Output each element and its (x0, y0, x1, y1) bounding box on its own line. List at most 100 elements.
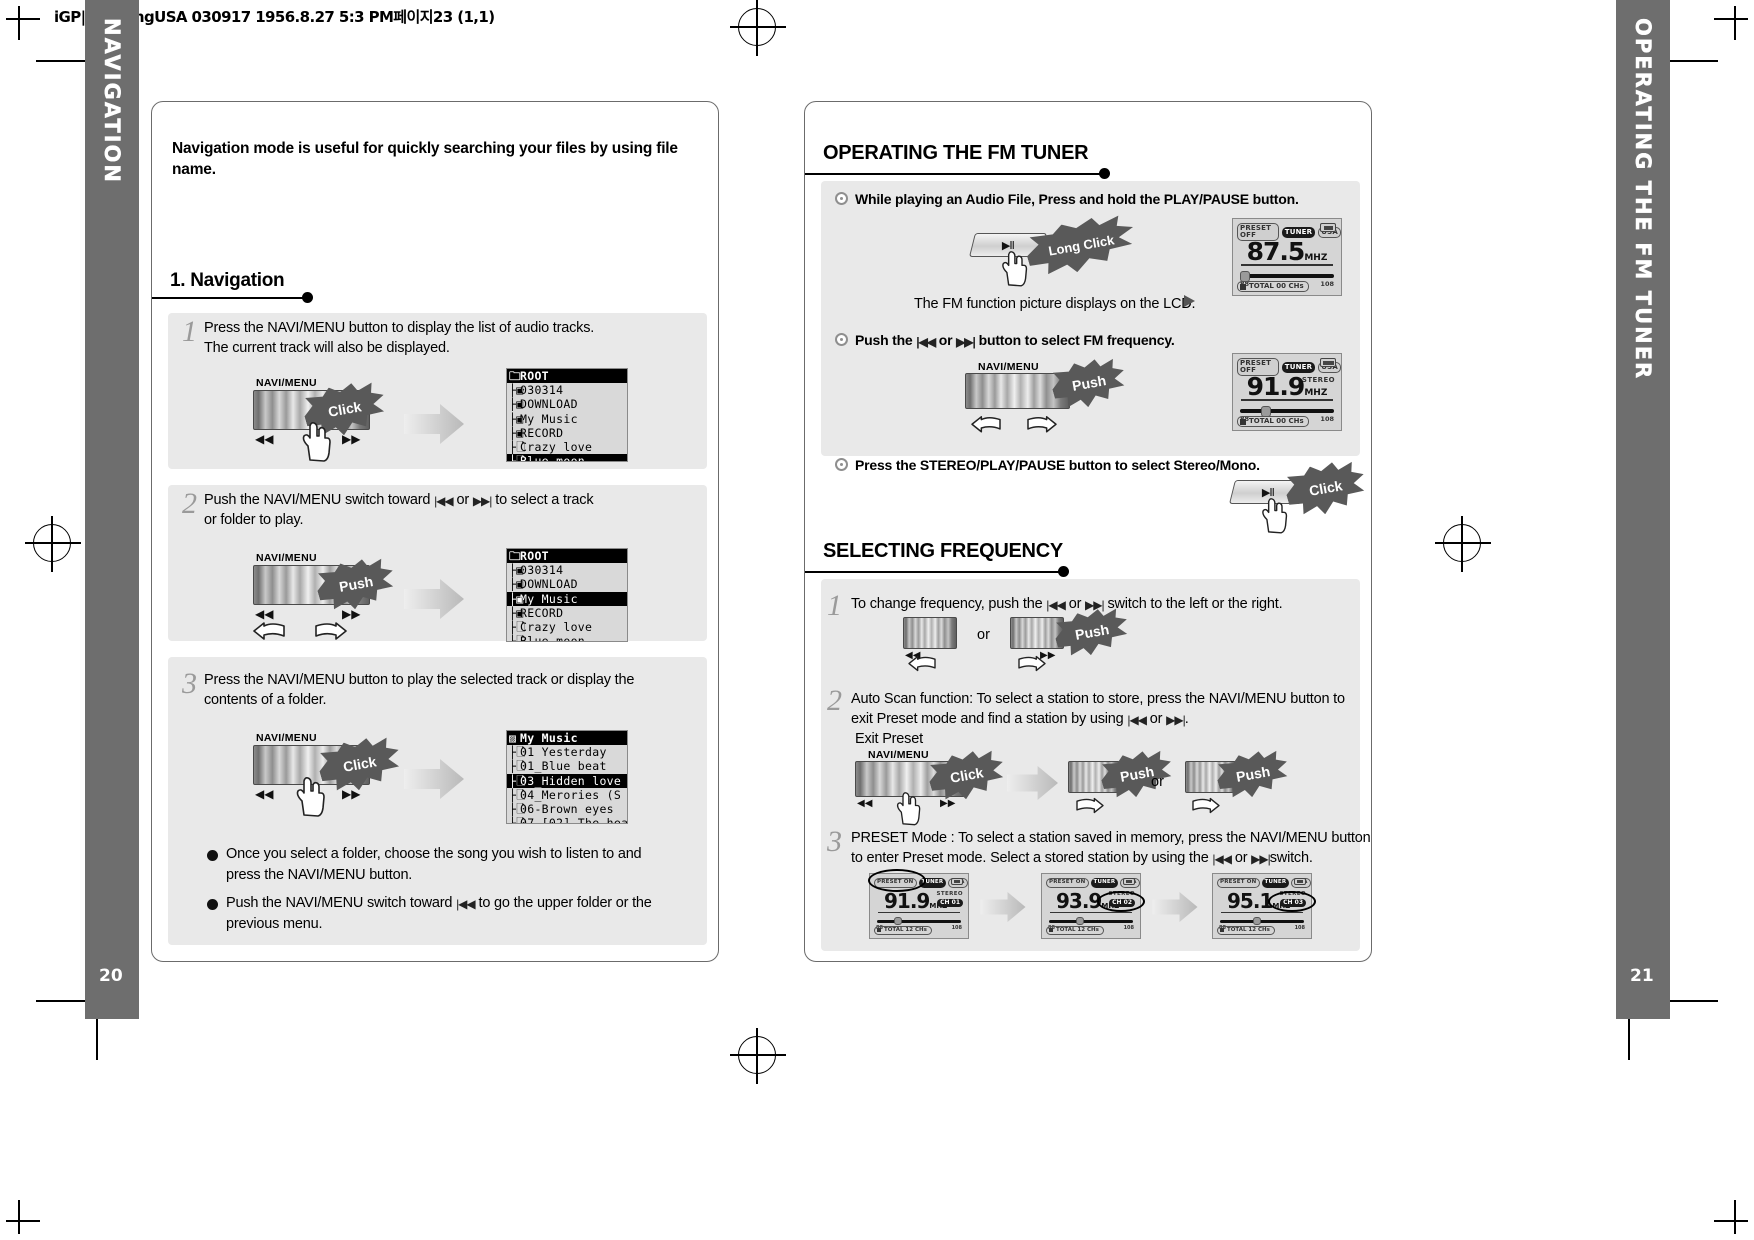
sf-step-2-burst-3-label: Push (1234, 763, 1272, 785)
sf-step-1-number: 1 (827, 589, 842, 622)
file-icon: ├🗋 (509, 816, 526, 824)
lcd-1-row-3: ├▣RECORD (507, 426, 627, 440)
sf-step-1-hand-left (908, 655, 936, 672)
sf-step-2-line2: exit Preset mode and find a station by u… (851, 709, 1351, 730)
step-3-next-icon: ▶▶ (342, 787, 361, 801)
fm-bullet-3-icon (835, 458, 848, 471)
crop-mark-tr-h (1714, 18, 1748, 20)
preset-lcd-1-slider-track[interactable] (877, 920, 961, 923)
fm-bullet-2-text: Push the |◀◀ or ▶▶| button to select FM … (855, 332, 1335, 349)
right-page-panel: OPERATING THE FM TUNER While playing an … (804, 101, 1372, 962)
lcd-3-row-4-label: 06-Brown eyes (520, 801, 614, 816)
sf-step-2-hand (896, 792, 921, 826)
preset-lcd-3-footer: TOTAL 12 CHs (1217, 925, 1275, 935)
lcd-1-row-2: ├▣My Music (507, 412, 627, 426)
registration-mark-bottom (730, 1028, 786, 1084)
fm-lcd-2-slider-track[interactable] (1240, 409, 1334, 413)
fm-lcd-screen-2: PRESET OFF TUNER USA STEREO 91.9MHZ 88 1… (1232, 353, 1342, 431)
lcd-3-row-2: ├🗋03_Hidden love (507, 773, 627, 788)
sf-step-1-burst-label: Push (1073, 621, 1111, 643)
crop-mark-br-h (1714, 1220, 1748, 1222)
lcd-2-row-3: ├▣RECORD (507, 606, 627, 620)
fm-lcd-2-freq-value: 91.9 (1246, 372, 1306, 401)
sf-step-1-jog-left[interactable] (903, 617, 957, 649)
folder-icon: ├▣ (509, 397, 524, 412)
file-icon: ├🗋 (509, 634, 526, 642)
lcd-1-row-3-label: RECORD (520, 425, 564, 440)
preset-lcd-2-footer: TOTAL 12 CHs (1046, 925, 1104, 935)
sf-step-1-text: To change frequency, push the |◀◀ or ▶▶|… (851, 594, 1351, 615)
sf-step-2-number: 2 (827, 684, 842, 717)
preset-lcd-3-slider-knob[interactable] (1253, 917, 1261, 925)
folder-icon: ├▣ (509, 383, 524, 398)
lcd-2-row-1: ├▣DOWNLOAD (507, 577, 627, 591)
fm-lcd-2-freq-unit: MHZ (1304, 388, 1328, 398)
fm-bullet-1-text: While playing an Audio File, Press and h… (855, 191, 1299, 207)
step-1-next-icon: ▶▶ (342, 432, 361, 446)
fm-bullet-2-hand-left (971, 416, 1001, 433)
section-title-dot (302, 292, 313, 303)
preset-lcd-1-highlight-ellipse (868, 869, 926, 892)
fm-title-dot (1099, 168, 1110, 179)
selecting-frequency-title: SELECTING FREQUENCY (823, 540, 1063, 562)
fm-bullet-2-text-b: button to select FM frequency. (978, 332, 1175, 348)
sf-step-2-line2-b: . (1184, 711, 1189, 727)
fm-bullet-2-icon (835, 333, 848, 346)
battery-icon (1123, 878, 1135, 885)
lcd-3-row-4: ├🗋06-Brown eyes (507, 802, 627, 816)
lcd-3-row-3: ├🗋04_Merories (S (507, 788, 627, 802)
step-3-hand-cursor (296, 777, 325, 817)
preset-lcd-1-footer-label: TOTAL 12 CHs (884, 926, 927, 933)
note-2-bullet-icon (207, 899, 218, 910)
sf-step-2-line1: Auto Scan function: To select a station … (851, 691, 1345, 707)
fm-bullet-1-hand (1002, 251, 1028, 287)
lcd-3-row-1: ├🗋01_Blue beat (507, 759, 627, 773)
preset-lcd-2-slider-knob[interactable] (1076, 917, 1084, 925)
folder-icon: ├▣ (509, 411, 524, 426)
root-folder-icon: 🗀 (509, 549, 521, 563)
file-icon: ├🗋 (509, 745, 526, 760)
step-1-prev-icon: ◀◀ (255, 432, 274, 446)
preset-lcd-1-slider-knob[interactable] (894, 917, 902, 925)
step-3-number: 3 (182, 667, 197, 700)
step-2-text-line1: Push the NAVI/MENU switch toward |◀◀ or … (204, 490, 694, 511)
file-icon: ├🗋 (509, 759, 526, 774)
file-icon: ├🗋 (509, 439, 526, 454)
next-track-icon: ▶▶| (1166, 713, 1186, 727)
battery-icon (1320, 358, 1336, 367)
left-tab-label: NAVIGATION (100, 18, 124, 184)
step-1-number: 1 (182, 315, 197, 348)
preset-lcd-2-slider-track[interactable] (1049, 920, 1133, 923)
sf-step-2-hand-right (1192, 797, 1220, 814)
lcd-2-row-3-label: RECORD (520, 605, 564, 620)
lcd-1-row-1-label: DOWNLOAD (520, 397, 578, 412)
fm-lcd-1-freq-unit: MHZ (1304, 253, 1328, 263)
lcd-3-row-5-label: 07 [02] The heat (520, 816, 628, 824)
preset-flow-arrow-1 (980, 892, 1026, 922)
navigation-section-title: 1. Navigation (170, 270, 285, 291)
step-2-switch-label: NAVI/MENU (256, 552, 317, 564)
sf-step-1-jog-right[interactable] (1010, 617, 1064, 649)
lcd-1-row-5: ├🗋Blue moon (507, 454, 627, 461)
sf-step-2-line3: Exit Preset (855, 731, 923, 747)
preset-lcd-3-slider-track[interactable] (1220, 920, 1304, 923)
left-page-number: 20 (99, 966, 123, 986)
preset-chip: PRESET ON (1217, 878, 1260, 888)
note-2-line2: previous menu. (226, 916, 323, 932)
preset-lcd-1-divider (878, 912, 960, 913)
lcd-1-row-2-label: My Music (520, 411, 578, 426)
lcd-2-header-label: ROOT (520, 549, 549, 563)
folder-icon: ├▣ (509, 577, 524, 592)
lcd-2-row-2-label: My Music (520, 591, 578, 606)
registration-mark-left (25, 516, 81, 572)
step-1-switch-label: NAVI/MENU (256, 377, 317, 389)
lcd-1-row-4: ├🗋Crazy love (507, 440, 627, 454)
fm-lcd-1-slider-track[interactable] (1240, 274, 1334, 278)
fm-lcd-2-divider (1241, 399, 1333, 401)
preset-lcd-1-freq-value: 91.9 (884, 889, 930, 913)
step-2-flow-arrow (404, 579, 464, 619)
note-1-bullet-icon (207, 850, 218, 861)
folder-icon: ├▣ (509, 425, 524, 440)
step-1-text-line1: Press the NAVI/MENU button to display th… (204, 320, 595, 336)
fm-bullet-2-text-or: or (938, 332, 953, 348)
